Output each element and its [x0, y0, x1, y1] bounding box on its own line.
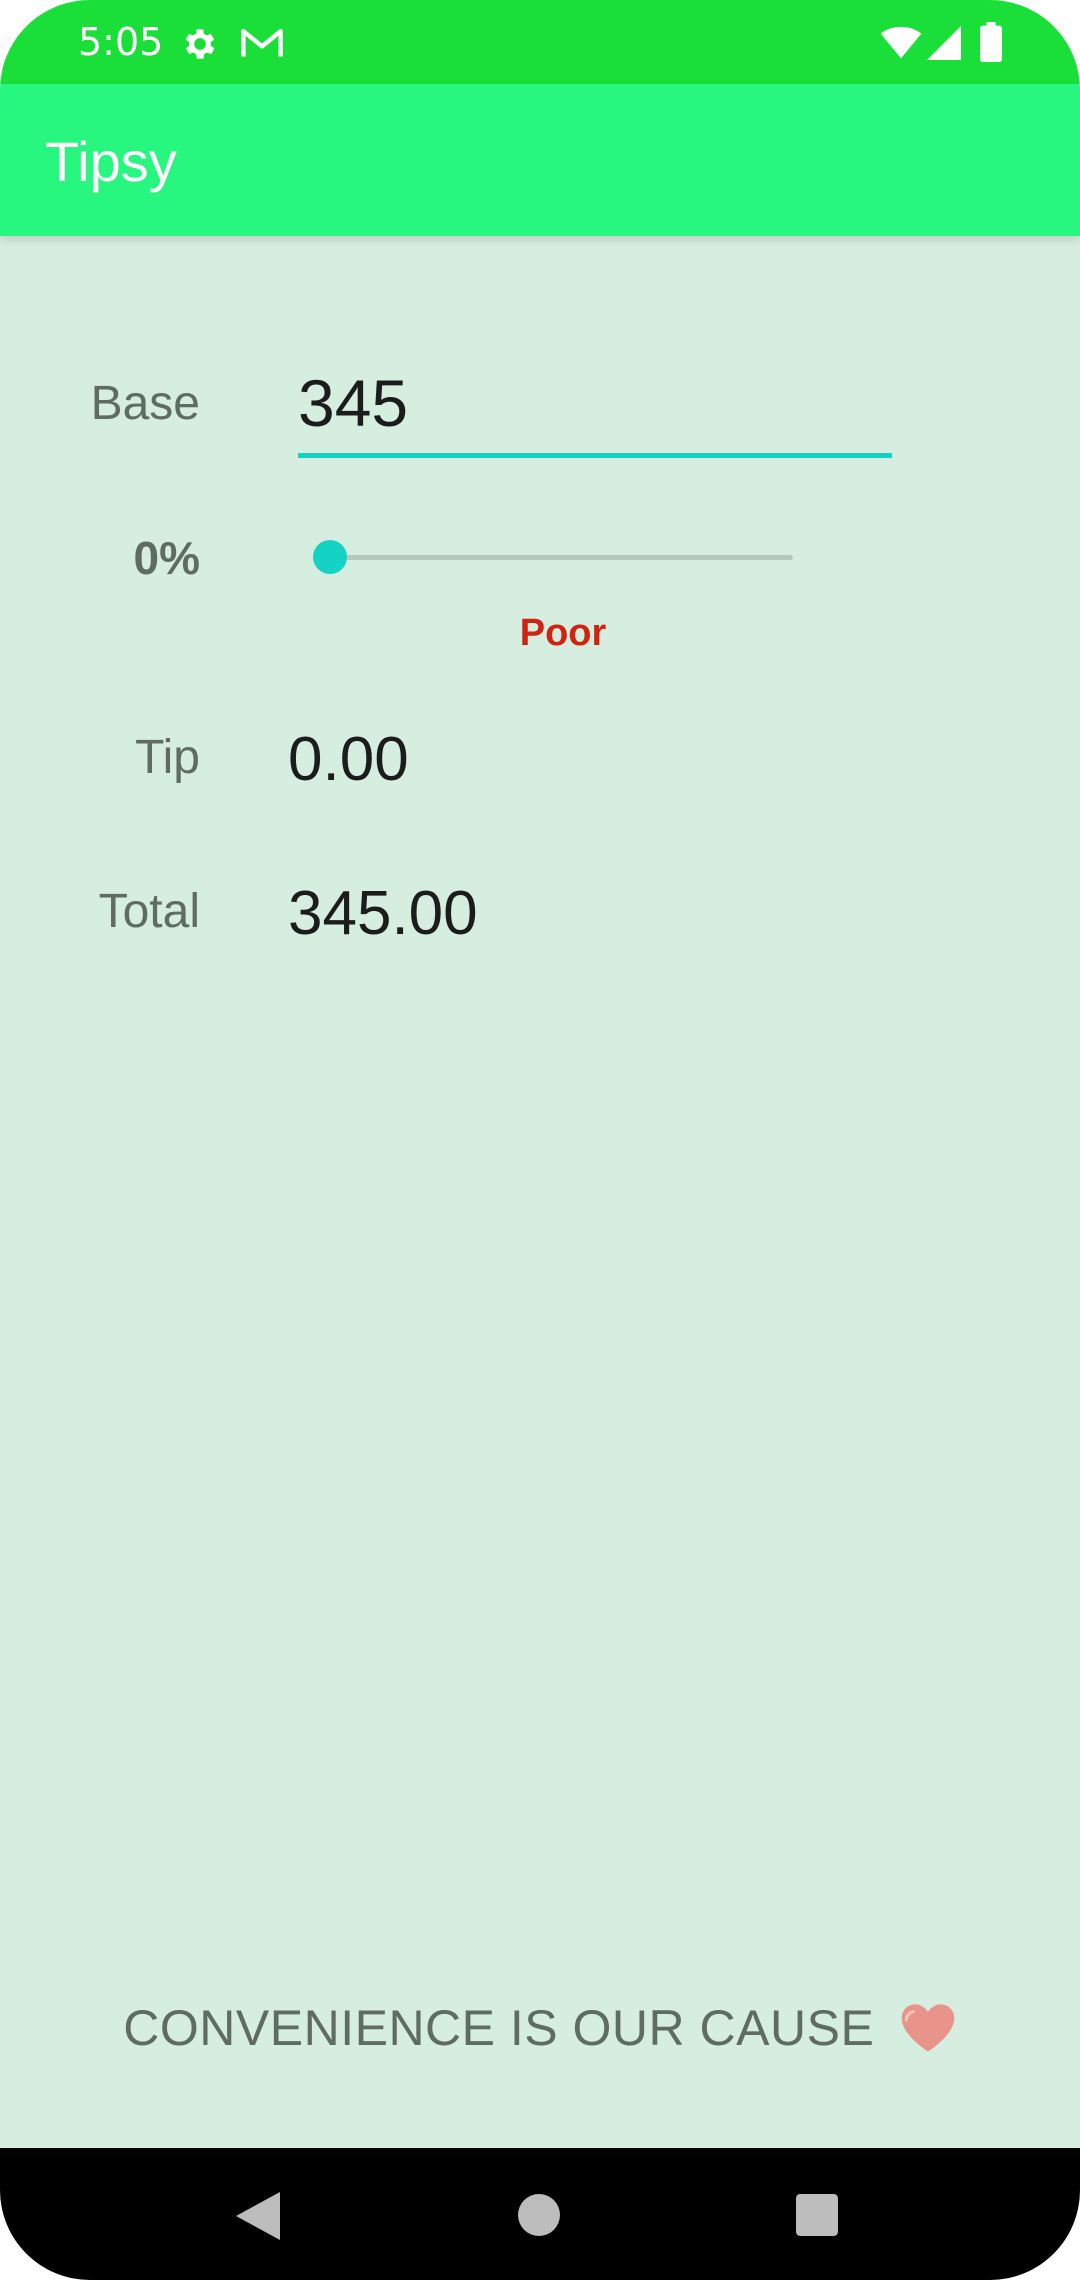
battery-icon	[980, 22, 1002, 62]
device-screen: 5:05 Tipsy Base 0% Poor Tip 0.00 Total 3…	[0, 0, 1080, 2280]
total-amount-value: 345.00	[288, 879, 478, 948]
base-amount-input[interactable]	[298, 362, 892, 458]
signal-icon	[927, 26, 961, 60]
status-bar: 5:05	[0, 0, 1080, 84]
heart-icon	[901, 2004, 954, 2052]
app-title: Tipsy	[45, 130, 177, 193]
home-icon[interactable]	[518, 2194, 560, 2236]
tip-percent-label: 0%	[133, 532, 200, 584]
slider-thumb[interactable]	[313, 540, 347, 574]
total-label: Total	[98, 885, 200, 938]
navigation-bar	[0, 2148, 1080, 2280]
wifi-icon	[880, 26, 922, 59]
app-bar: Tipsy	[0, 84, 1080, 236]
tip-rating-label: Poor	[519, 612, 607, 654]
footer-text: CONVENIENCE IS OUR CAUSE	[123, 2000, 875, 2056]
tip-amount-value: 0.00	[288, 725, 409, 794]
mail-icon	[241, 28, 283, 57]
status-time: 5:05	[78, 20, 164, 64]
base-label: Base	[90, 377, 200, 430]
tip-label: Tip	[135, 731, 200, 784]
gear-icon	[185, 29, 215, 59]
back-icon[interactable]	[236, 2192, 280, 2240]
footer: CONVENIENCE IS OUR CAUSE	[0, 1998, 1080, 2058]
tip-percent-slider[interactable]	[330, 555, 793, 560]
recents-icon[interactable]	[796, 2194, 838, 2236]
